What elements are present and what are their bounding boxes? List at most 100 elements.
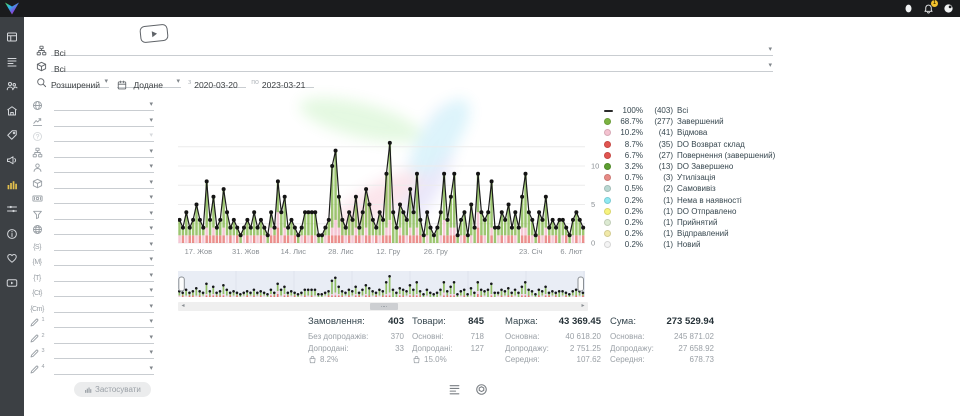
rail-item-info-icon[interactable] xyxy=(0,224,24,244)
theme-toggle-icon[interactable] xyxy=(903,3,914,14)
svg-text:5: 5 xyxy=(591,200,595,209)
rail-item-sliders-icon[interactable] xyxy=(0,199,24,219)
rail-item-video-icon[interactable] xyxy=(0,273,24,293)
legend-percent: 0.2% xyxy=(615,240,643,249)
sidebar-filter-row-pencil-4[interactable]: 4▾ xyxy=(28,362,154,375)
legend-item[interactable]: 68.7%(277)Завершений xyxy=(604,116,776,127)
horizontal-scrollbar[interactable]: ◂ ▸ xyxy=(178,302,588,311)
filter-dropdown[interactable]: ▾ xyxy=(54,222,154,235)
filter-dropdown[interactable]: ▾ xyxy=(54,176,154,189)
legend-item[interactable]: 10.2%(41)Відмова xyxy=(604,127,776,138)
filter-dropdown[interactable]: ▾ xyxy=(54,346,154,359)
legend-item[interactable]: 8.7%(35)DO Возврат склад xyxy=(604,139,776,150)
group-list-toggle-icon[interactable] xyxy=(448,383,461,396)
legend-item[interactable]: 100%(403)Всі xyxy=(604,105,776,116)
sidebar-filter-row-funnel[interactable]: ▾ xyxy=(28,207,154,220)
rail-item-users-icon[interactable] xyxy=(0,76,24,96)
filter-dropdown[interactable]: ▾ xyxy=(54,284,154,297)
legend-item[interactable]: 0.2%(1)Відправлений xyxy=(604,228,776,239)
sidebar-filter-row-globe[interactable]: ▾ xyxy=(28,98,154,111)
search-icon[interactable] xyxy=(36,77,47,88)
brush-handle-left[interactable] xyxy=(179,277,185,291)
sidebar-filter-row-pencil-3[interactable]: 3▾ xyxy=(28,346,154,359)
money-icon xyxy=(28,193,46,204)
rail-item-chart-icon[interactable] xyxy=(0,175,24,195)
scroll-left-arrow[interactable]: ◂ xyxy=(178,302,188,311)
status-filter-value[interactable]: Всі xyxy=(54,48,66,58)
notification-badge: 1 xyxy=(931,0,938,7)
legend-label: Відмова xyxy=(677,128,707,137)
sidebar-filter-row-box[interactable]: ▾ xyxy=(28,176,154,189)
filter-dropdown[interactable]: ▾ xyxy=(54,207,154,220)
user-avatar[interactable] xyxy=(943,3,954,14)
brush-handle-right[interactable] xyxy=(578,277,584,291)
stat-title: Товари: xyxy=(412,316,446,327)
filter-dropdown[interactable]: ▾ xyxy=(54,315,154,328)
sidebar-filter-row-ct[interactable]: {Ct}▾ xyxy=(28,284,154,297)
sidebar-filter-row-person[interactable]: ▾ xyxy=(28,160,154,173)
stat-sub-value: 2 751.25 xyxy=(570,343,601,355)
chevron-down-icon: ▾ xyxy=(176,77,180,87)
filter-dropdown[interactable]: ▾ xyxy=(54,269,154,282)
date-to-input[interactable]: 2023-03-21 xyxy=(262,75,314,88)
chevron-down-icon: ▾ xyxy=(104,77,108,87)
scroll-right-arrow[interactable]: ▸ xyxy=(578,302,588,311)
sidebar-filter-row-pencil-1[interactable]: 1▾ xyxy=(28,315,154,328)
sidebar-filter-row-cm[interactable]: {Cm}▾ xyxy=(28,300,154,313)
filter-dropdown[interactable]: ▾ xyxy=(54,160,154,173)
rail-item-tag-icon[interactable] xyxy=(0,125,24,145)
sidebar-filter-row-sitemap[interactable]: ▾ xyxy=(28,145,154,158)
filter-dropdown[interactable]: ▾ xyxy=(54,98,154,111)
date-field-select[interactable]: Додане ▾ xyxy=(117,75,181,88)
legend-percent: 0.2% xyxy=(615,229,643,238)
legend-count: (41) xyxy=(647,128,673,137)
legend-item[interactable]: 0.2%(1)Прийнятий xyxy=(604,217,776,228)
sidebar-filter-row-m[interactable]: {M}▾ xyxy=(28,253,154,266)
filter-dropdown[interactable]: ▾ xyxy=(54,253,154,266)
svg-text:14. Лис: 14. Лис xyxy=(281,247,307,256)
filter-dropdown[interactable]: ▾ xyxy=(54,362,154,375)
filter-dropdown[interactable]: ▾ xyxy=(54,145,154,158)
overview-brush-chart[interactable] xyxy=(178,269,588,301)
sidebar-filter-row-question[interactable]: ▾ xyxy=(28,129,154,142)
legend-item[interactable]: 3.2%(13)DO Завершено xyxy=(604,161,776,172)
legend-item[interactable]: 0.2%(1)DO Отправлено xyxy=(604,206,776,217)
filter-dropdown[interactable]: ▾ xyxy=(54,331,154,344)
svg-text:28. Лис: 28. Лис xyxy=(328,247,354,256)
date-from-input[interactable]: 2020-03-20 xyxy=(194,75,246,88)
notifications-icon[interactable]: 1 xyxy=(923,3,934,14)
rail-item-store-icon[interactable] xyxy=(0,101,24,121)
apply-button[interactable]: Застосувати xyxy=(74,382,151,397)
question-icon xyxy=(28,131,46,142)
video-tutorial-button[interactable] xyxy=(139,24,169,44)
sidebar-filter-row-t[interactable]: {T}▾ xyxy=(28,269,154,282)
legend-item[interactable]: 0.2%(1)Нема в наявності xyxy=(604,195,776,206)
product-filter[interactable]: Всі ▾ xyxy=(36,59,773,72)
rail-item-megaphone-icon[interactable] xyxy=(0,150,24,170)
legend-percent: 6.7% xyxy=(615,151,643,160)
legend-item[interactable]: 0.7%(3)Утилізація xyxy=(604,172,776,183)
sidebar-filter-row-pencil-2[interactable]: 2▾ xyxy=(28,331,154,344)
filter-dropdown[interactable]: ▾ xyxy=(54,129,154,142)
search-mode-select[interactable]: Розширений ▾ xyxy=(51,75,109,88)
filter-dropdown[interactable]: ▾ xyxy=(54,114,154,127)
sidebar-filter-row-money[interactable]: ▾ xyxy=(28,191,154,204)
chevron-down-icon: ▾ xyxy=(149,333,153,343)
legend-item[interactable]: 0.2%(1)Новий xyxy=(604,239,776,250)
status-filter[interactable]: Всі ▾ xyxy=(36,43,773,56)
filter-dropdown[interactable]: ▾ xyxy=(54,238,154,251)
sidebar-filter-row-globe-grid[interactable]: ▾ xyxy=(28,222,154,235)
legend-item[interactable]: 0.5%(2)Самовивіз xyxy=(604,183,776,194)
product-filter-value[interactable]: Всі xyxy=(54,64,66,74)
group-product-toggle-icon[interactable] xyxy=(475,383,488,396)
rail-item-dashboard-icon[interactable] xyxy=(0,27,24,47)
filter-dropdown[interactable]: ▾ xyxy=(54,191,154,204)
sidebar-filter-row-s[interactable]: {S}▾ xyxy=(28,238,154,251)
legend-count: (35) xyxy=(647,140,673,149)
sidebar-filter-row-trend[interactable]: ▾ xyxy=(28,114,154,127)
legend-item[interactable]: 6.7%(27)Повернення (завершений) xyxy=(604,150,776,161)
scrollbar-thumb[interactable] xyxy=(370,303,398,310)
rail-item-list-icon[interactable] xyxy=(0,52,24,72)
rail-item-heart-icon[interactable] xyxy=(0,248,24,268)
filter-dropdown[interactable]: ▾ xyxy=(54,300,154,313)
